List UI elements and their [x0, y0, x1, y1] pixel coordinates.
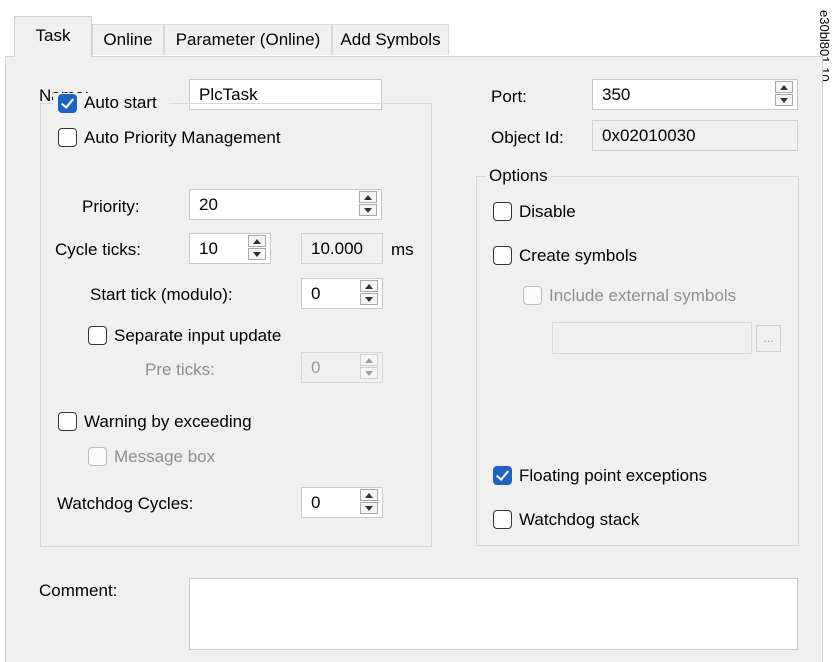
spin-down-icon[interactable]	[775, 94, 793, 106]
cycle-ticks-spinner[interactable]: 10	[189, 233, 271, 264]
port-spinner[interactable]: 350	[592, 79, 798, 110]
include-external-checkbox[interactable]	[523, 286, 542, 305]
start-tick-spin-buttons[interactable]	[360, 280, 380, 307]
spin-up-icon[interactable]	[359, 191, 377, 203]
include-external-label: Include external symbols	[549, 286, 737, 305]
spin-down-icon[interactable]	[360, 367, 378, 379]
pre-ticks-label: Pre ticks:	[145, 360, 215, 379]
watchdog-cycles-spinner[interactable]: 0	[301, 487, 383, 518]
cycle-ticks-spin-buttons[interactable]	[248, 235, 268, 262]
start-tick-spinner[interactable]: 0	[301, 278, 383, 309]
priority-label: Priority:	[82, 197, 140, 216]
options-group-title: Options	[486, 166, 551, 186]
auto-start-checkbox[interactable]	[58, 94, 77, 113]
watchdog-cycles-spin-buttons[interactable]	[360, 489, 380, 516]
port-value: 350	[602, 85, 631, 104]
tab-add-symbols[interactable]: Add Symbols	[332, 24, 449, 55]
auto-priority-checkbox[interactable]	[58, 128, 77, 147]
pre-ticks-spinner[interactable]: 0	[301, 352, 383, 383]
external-symbols-path-field[interactable]	[552, 322, 752, 354]
browse-button[interactable]: ...	[756, 325, 781, 352]
warning-checkbox[interactable]	[58, 412, 77, 431]
priority-spin-buttons[interactable]	[359, 191, 379, 218]
auto-priority-label: Auto Priority Management	[84, 128, 281, 147]
port-spin-buttons[interactable]	[775, 81, 795, 108]
tab-online[interactable]: Online	[92, 24, 164, 55]
auto-start-label: Auto start	[84, 93, 157, 112]
spin-down-icon[interactable]	[359, 204, 377, 216]
cycle-ticks-value: 10	[199, 239, 218, 258]
pre-ticks-value: 0	[311, 358, 321, 377]
spin-up-icon[interactable]	[360, 489, 378, 501]
create-symbols-label: Create symbols	[519, 246, 638, 265]
watchdog-stack-checkbox[interactable]	[493, 510, 512, 529]
watchdog-stack-label: Watchdog stack	[519, 510, 640, 529]
tab-parameter-online[interactable]: Parameter (Online)	[164, 24, 332, 55]
object-id-label: Object Id:	[491, 128, 564, 147]
message-box-label: Message box	[114, 447, 216, 466]
spin-down-icon[interactable]	[360, 502, 378, 514]
cycle-time-field: 10.000	[301, 233, 383, 264]
cycle-ticks-label: Cycle ticks:	[55, 240, 141, 259]
spin-down-icon[interactable]	[248, 248, 266, 260]
options-group	[476, 176, 799, 546]
tab-strip: Task Online Parameter (Online) Add Symbo…	[5, 0, 823, 60]
create-symbols-checkbox[interactable]	[493, 246, 512, 265]
comment-label: Comment:	[39, 581, 118, 600]
auto-start-group	[40, 103, 432, 547]
spin-up-icon[interactable]	[360, 280, 378, 292]
watchdog-cycles-label: Watchdog Cycles:	[57, 494, 194, 513]
pre-ticks-spin-buttons[interactable]	[360, 354, 380, 381]
priority-value: 20	[199, 195, 218, 214]
port-label: Port:	[491, 87, 527, 106]
spin-down-icon[interactable]	[360, 293, 378, 305]
message-box-checkbox[interactable]	[88, 447, 107, 466]
object-id-field: 0x02010030	[592, 120, 798, 151]
spin-up-icon[interactable]	[775, 81, 793, 93]
spin-up-icon[interactable]	[248, 235, 266, 247]
warning-label: Warning by exceeding	[84, 412, 252, 431]
separate-input-checkbox[interactable]	[88, 326, 107, 345]
floating-point-checkbox[interactable]	[493, 466, 512, 485]
disable-label: Disable	[519, 202, 576, 221]
tab-task[interactable]: Task	[14, 16, 92, 57]
start-tick-value: 0	[311, 284, 321, 303]
priority-spinner[interactable]: 20	[189, 189, 382, 220]
spin-up-icon[interactable]	[360, 354, 378, 366]
disable-checkbox[interactable]	[493, 202, 512, 221]
cycle-unit-label: ms	[391, 240, 414, 259]
separate-input-label: Separate input update	[114, 326, 282, 345]
floating-point-label: Floating point exceptions	[519, 466, 708, 485]
watchdog-cycles-value: 0	[311, 493, 321, 512]
start-tick-label: Start tick (modulo):	[90, 285, 233, 304]
comment-textarea[interactable]	[189, 578, 798, 650]
